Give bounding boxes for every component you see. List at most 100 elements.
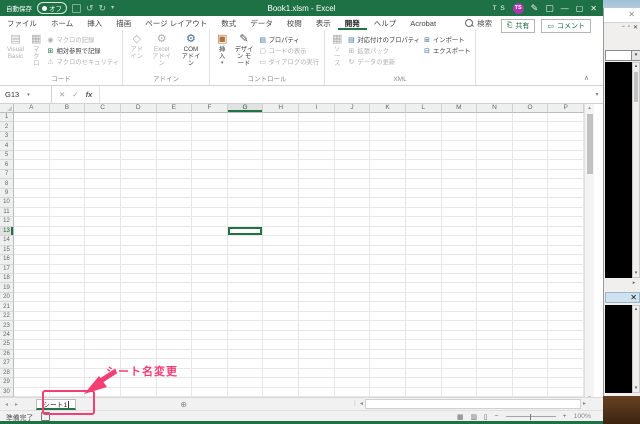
cell-B5[interactable] <box>49 150 86 161</box>
cell-M26[interactable] <box>441 349 478 360</box>
cell-H12[interactable] <box>263 217 299 227</box>
cell-D15[interactable] <box>120 245 157 256</box>
cell-C1[interactable] <box>85 113 121 123</box>
cell-A10[interactable] <box>14 198 50 208</box>
cell-P5[interactable] <box>548 150 584 161</box>
cell-O24[interactable] <box>512 330 549 341</box>
cell-M17[interactable] <box>441 264 478 274</box>
cell-P22[interactable] <box>548 311 584 322</box>
cell-N29[interactable] <box>477 378 513 388</box>
cell-L29[interactable] <box>405 378 442 388</box>
close-icon[interactable]: ✕ <box>630 293 637 302</box>
cell-P7[interactable] <box>548 169 584 180</box>
run-dialog-button[interactable]: ▭ ダイアログの実行 <box>259 57 319 67</box>
cell-G12[interactable] <box>227 217 264 227</box>
column-header-B[interactable]: B <box>49 104 86 113</box>
cell-E29[interactable] <box>156 378 193 388</box>
restore-icon[interactable]: ▫ <box>628 24 630 34</box>
row-header-7[interactable]: 7 <box>0 169 14 180</box>
cell-I18[interactable] <box>299 273 335 284</box>
cell-M12[interactable] <box>441 217 478 227</box>
cell-G29[interactable] <box>227 378 264 388</box>
cell-O17[interactable] <box>512 264 549 274</box>
cell-N8[interactable] <box>477 179 513 189</box>
cell-N21[interactable] <box>477 302 513 312</box>
cell-D11[interactable] <box>120 207 157 218</box>
cell-G16[interactable] <box>227 255 264 265</box>
cell-M6[interactable] <box>441 160 478 170</box>
cell-G1[interactable] <box>227 113 264 123</box>
cell-M19[interactable] <box>441 283 478 293</box>
cell-K16[interactable] <box>370 255 406 265</box>
cell-I17[interactable] <box>299 264 335 274</box>
cell-H7[interactable] <box>263 169 299 180</box>
cell-L5[interactable] <box>405 150 442 161</box>
cell-G19[interactable] <box>227 283 264 293</box>
cell-E6[interactable] <box>156 160 193 170</box>
cell-F26[interactable] <box>192 349 228 360</box>
scrollbar-thumb[interactable] <box>587 114 593 174</box>
cell-O15[interactable] <box>512 245 549 256</box>
cell-H17[interactable] <box>263 264 299 274</box>
cell-E15[interactable] <box>156 245 193 256</box>
cell-B8[interactable] <box>49 179 86 189</box>
relative-references-button[interactable]: ⊞ 相対参照で記録 <box>46 46 119 56</box>
cell-I30[interactable] <box>299 387 335 398</box>
cell-A23[interactable] <box>14 321 50 331</box>
cell-L2[interactable] <box>405 122 442 132</box>
formula-input[interactable] <box>100 86 591 103</box>
cell-O7[interactable] <box>512 169 549 180</box>
cell-I27[interactable] <box>299 359 335 369</box>
cell-M4[interactable] <box>441 141 478 151</box>
cell-M28[interactable] <box>441 368 478 379</box>
cell-D18[interactable] <box>120 273 157 284</box>
cell-K5[interactable] <box>370 150 406 161</box>
cell-C3[interactable] <box>85 131 121 142</box>
cell-H28[interactable] <box>263 368 299 379</box>
cell-I10[interactable] <box>299 198 335 208</box>
cell-C19[interactable] <box>85 283 121 293</box>
cell-K11[interactable] <box>370 207 406 218</box>
cell-D10[interactable] <box>120 198 157 208</box>
new-sheet-button[interactable]: ⊕ <box>180 400 187 409</box>
cell-L16[interactable] <box>405 255 442 265</box>
cell-C22[interactable] <box>85 311 121 322</box>
cell-B7[interactable] <box>49 169 86 180</box>
row-header-17[interactable]: 17 <box>0 264 14 274</box>
scroll-right-icon[interactable]: ▸ <box>583 400 586 407</box>
cell-F5[interactable] <box>192 150 228 161</box>
cell-I20[interactable] <box>299 292 335 303</box>
cell-I15[interactable] <box>299 245 335 256</box>
cell-K27[interactable] <box>370 359 406 369</box>
cell-M16[interactable] <box>441 255 478 265</box>
cell-K4[interactable] <box>370 141 406 151</box>
cell-L9[interactable] <box>405 188 442 199</box>
cell-H14[interactable] <box>263 236 299 246</box>
cell-D13[interactable] <box>120 226 157 237</box>
import-button[interactable]: ⊞ インポート <box>423 35 471 45</box>
cell-I12[interactable] <box>299 217 335 227</box>
row-header-18[interactable]: 18 <box>0 273 14 284</box>
cell-I22[interactable] <box>299 311 335 322</box>
cell-O2[interactable] <box>512 122 549 132</box>
cell-K18[interactable] <box>370 273 406 284</box>
cell-P12[interactable] <box>548 217 584 227</box>
share-button[interactable]: ⎗ 共有 <box>500 19 536 33</box>
cell-F15[interactable] <box>192 245 228 256</box>
row-header-23[interactable]: 23 <box>0 321 14 331</box>
cell-G3[interactable] <box>227 131 264 142</box>
cell-O11[interactable] <box>512 207 549 218</box>
row-header-30[interactable]: 30 <box>0 387 14 398</box>
normal-view-icon[interactable]: ▦ <box>457 413 463 421</box>
cell-L10[interactable] <box>405 198 442 208</box>
cell-D30[interactable] <box>120 387 157 398</box>
cell-G6[interactable] <box>227 160 264 170</box>
cell-L8[interactable] <box>405 179 442 189</box>
cell-D26[interactable] <box>120 349 157 360</box>
cell-F2[interactable] <box>192 122 228 132</box>
cell-C13[interactable] <box>85 226 121 237</box>
cell-G11[interactable] <box>227 207 264 218</box>
cell-K30[interactable] <box>370 387 406 398</box>
cell-B24[interactable] <box>49 330 86 341</box>
cell-P23[interactable] <box>548 321 584 331</box>
